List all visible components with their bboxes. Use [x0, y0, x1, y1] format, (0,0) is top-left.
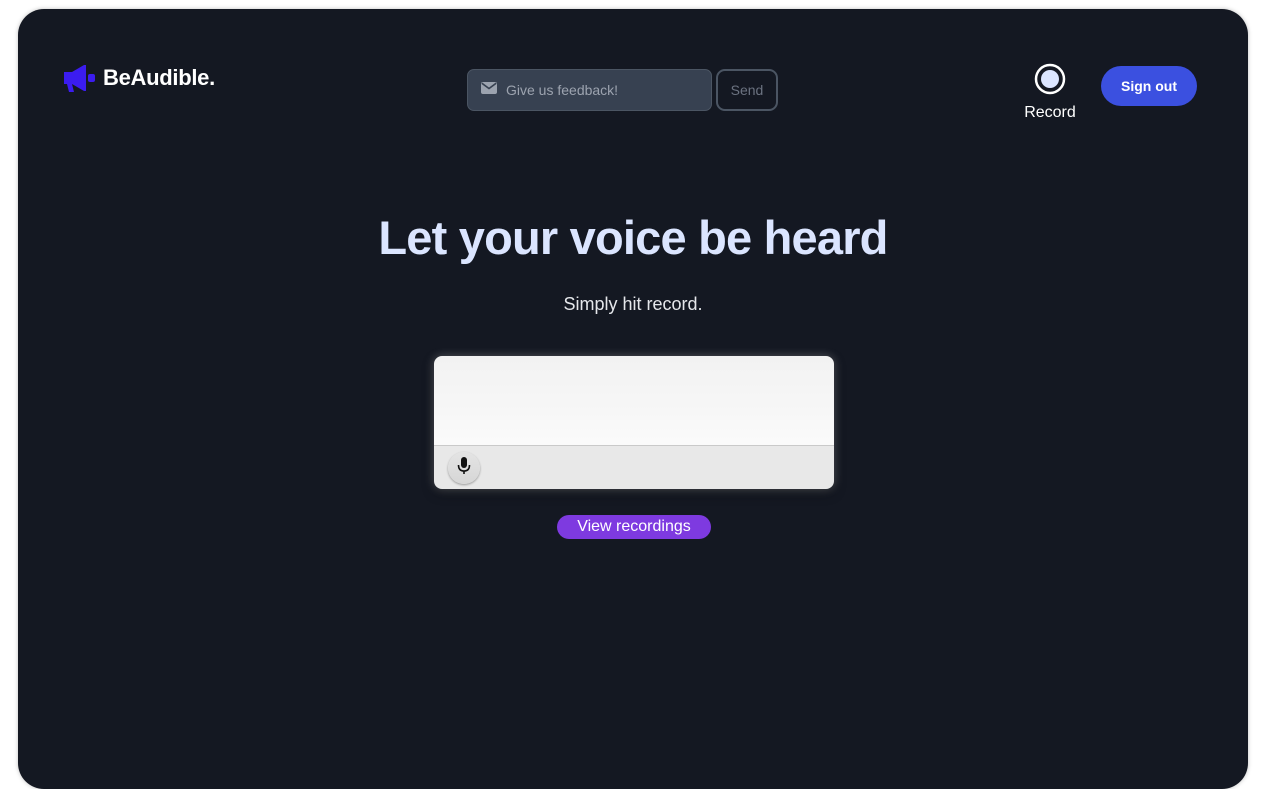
record-label: Record — [1024, 104, 1076, 121]
view-recordings-button[interactable]: View recordings — [557, 515, 711, 539]
feedback-field[interactable] — [467, 69, 712, 111]
audio-recorder — [434, 356, 834, 489]
record-nav-button[interactable]: Record — [1018, 63, 1082, 122]
envelope-icon — [481, 81, 497, 99]
microphone-button[interactable] — [448, 452, 480, 484]
app-window: BeAudible. Send Record Sign out Let your… — [18, 9, 1248, 789]
send-button[interactable]: Send — [716, 69, 778, 111]
feedback-input[interactable] — [506, 82, 696, 98]
recorder-display — [434, 356, 834, 446]
recorder-control-bar — [434, 446, 834, 489]
brand-name: BeAudible. — [103, 65, 215, 90]
microphone-icon — [457, 456, 471, 480]
brand-logo[interactable]: BeAudible. — [62, 63, 215, 93]
page-subtitle: Simply hit record. — [563, 294, 703, 314]
sign-out-button[interactable]: Sign out — [1101, 66, 1197, 106]
record-circle-icon — [1034, 63, 1066, 100]
page-title: Let your voice be heard — [378, 211, 888, 264]
megaphone-icon — [62, 63, 97, 93]
